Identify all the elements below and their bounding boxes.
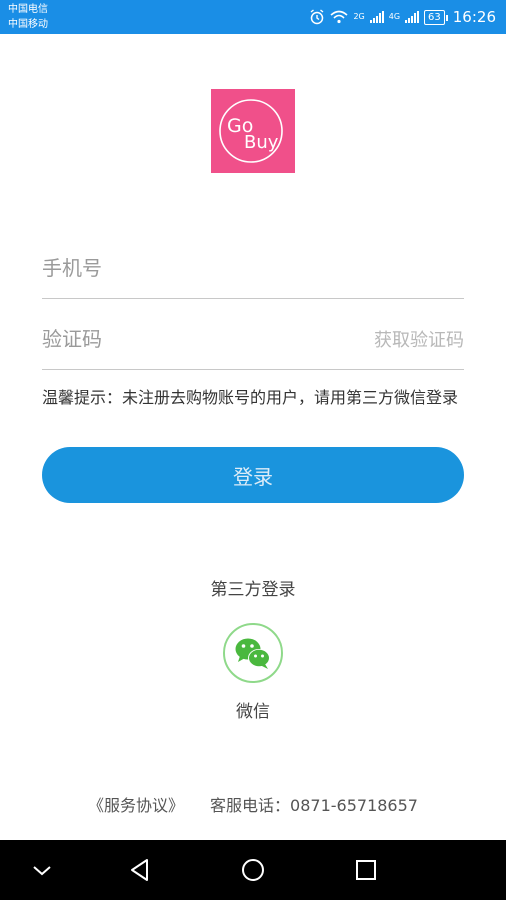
phone-input[interactable] (42, 237, 464, 298)
recent-apps-icon[interactable] (350, 854, 382, 886)
signal-icon (369, 11, 384, 23)
wifi-icon (330, 10, 348, 24)
battery-icon: 63 (424, 9, 448, 25)
phone-field (42, 237, 464, 299)
notice-text: 温馨提示：未注册去购物账号的用户，请用第三方微信登录 (42, 388, 459, 407)
service-agreement-link[interactable]: 《服务协议》 (88, 792, 184, 816)
carrier-1: 中国电信 (8, 4, 48, 15)
signal-4g-label: 4G (388, 12, 401, 21)
chevron-down-icon[interactable] (26, 854, 58, 886)
battery-level: 63 (428, 11, 441, 23)
home-icon[interactable] (237, 854, 269, 886)
carrier-info: 中国电信 中国移动 (8, 2, 48, 32)
wechat-icon (235, 638, 270, 669)
get-code-button[interactable]: 获取验证码 (374, 308, 464, 370)
wechat-label: 微信 (236, 702, 270, 722)
signal-2g-label: 2G (353, 12, 365, 21)
third-party-login-title: 第三方登录 (210, 580, 296, 600)
clock: 16:26 (452, 8, 496, 26)
status-bar: 中国电信 中国移动 2G 4G 63 16:26 (0, 0, 506, 34)
navigation-bar (0, 840, 506, 900)
logo-text-buy: Buy (244, 132, 279, 153)
footer: 《服务协议》 客服电话：0871-65718657 (0, 792, 506, 816)
gobuy-logo: Go Buy (211, 89, 295, 173)
alarm-icon (311, 9, 324, 25)
service-phone: 客服电话：0871-65718657 (210, 796, 418, 815)
carrier-2: 中国移动 (8, 19, 48, 30)
wechat-login-button[interactable] (223, 623, 283, 683)
signal-icon (405, 11, 420, 23)
logo-mark-icon: Go Buy (219, 99, 283, 163)
login-button[interactable]: 登录 (42, 447, 464, 503)
status-icons: 2G 4G 63 16:26 (309, 0, 496, 34)
verification-code-input[interactable] (42, 308, 342, 369)
back-icon[interactable] (124, 854, 156, 886)
code-field: 获取验证码 (42, 308, 464, 370)
